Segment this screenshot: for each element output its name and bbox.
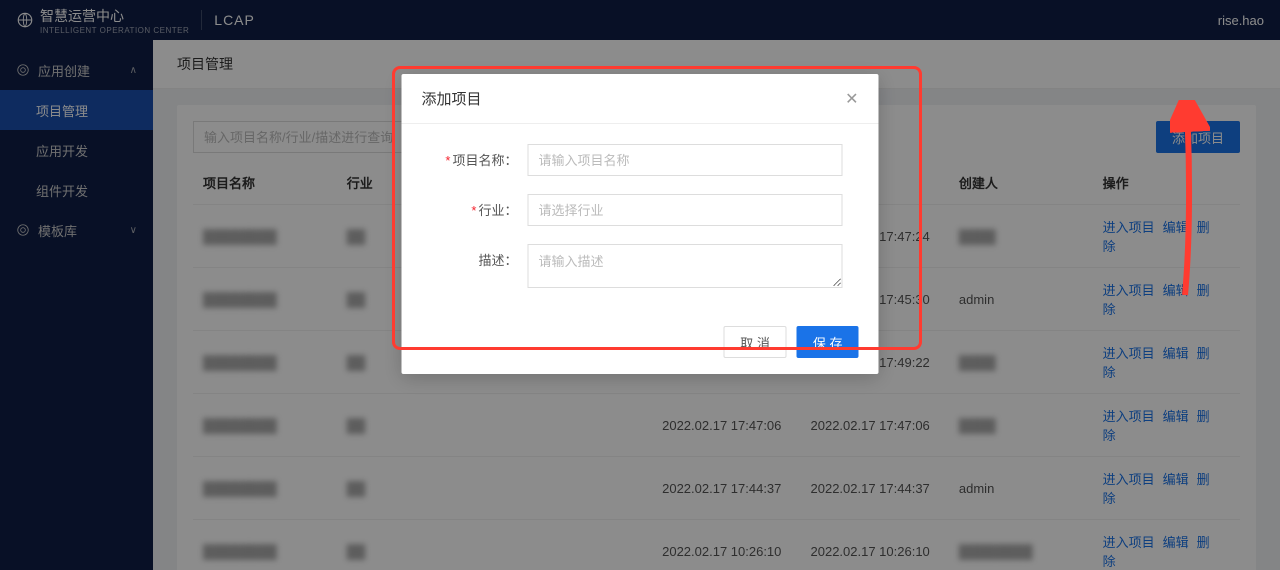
project-name-input[interactable] xyxy=(528,144,843,176)
save-button[interactable]: 保 存 xyxy=(797,326,859,358)
modal-title: 添加项目 xyxy=(422,88,482,109)
cancel-button[interactable]: 取 消 xyxy=(723,326,787,358)
modal-header: 添加项目 ✕ xyxy=(402,74,879,124)
industry-select[interactable] xyxy=(528,194,843,226)
description-input[interactable] xyxy=(528,244,843,288)
label-project-name: *项目名称： xyxy=(438,144,518,169)
label-description: 描述： xyxy=(438,244,518,269)
modal-footer: 取 消 保 存 xyxy=(402,316,879,374)
close-icon[interactable]: ✕ xyxy=(845,89,858,109)
label-industry: *行业： xyxy=(438,194,518,219)
modal-body: *项目名称： *行业： 描述： xyxy=(402,124,879,316)
add-project-modal: 添加项目 ✕ *项目名称： *行业： 描述： 取 消 保 存 xyxy=(402,74,879,374)
